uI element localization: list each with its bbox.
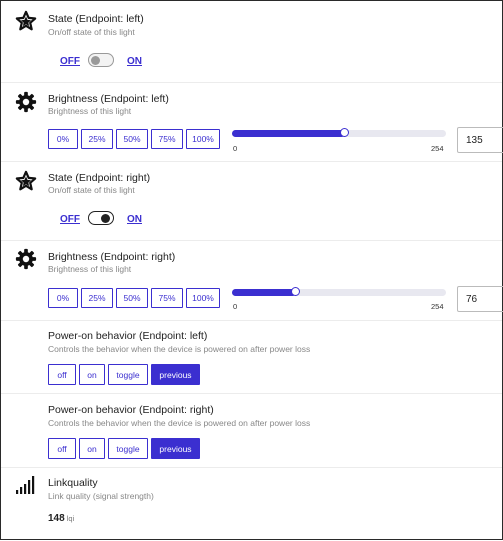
feature-title: Power-on behavior (Endpoint: right) <box>48 404 214 416</box>
brightness-slider[interactable] <box>232 287 446 296</box>
feature-state-right: State (Endpoint: right) On/off state of … <box>1 161 502 241</box>
off-label[interactable]: OFF <box>60 214 80 225</box>
feature-title: State (Endpoint: left) <box>48 13 144 25</box>
on-label[interactable]: ON <box>127 214 142 225</box>
star-icon <box>15 170 37 191</box>
power-on-options: off on toggle previous <box>48 364 200 385</box>
switch-knob <box>101 213 110 223</box>
feature-description: Link quality (signal strength) <box>48 491 154 501</box>
feature-description: Controls the behavior when the device is… <box>48 418 311 428</box>
feature-description: Controls the behavior when the device is… <box>48 344 311 354</box>
sun-icon <box>15 248 37 270</box>
option-toggle-button[interactable]: toggle <box>108 438 148 459</box>
preset-button-25[interactable]: 25% <box>81 288 113 308</box>
feature-brightness-right: Brightness (Endpoint: right) Brightness … <box>1 240 503 321</box>
preset-button-75[interactable]: 75% <box>151 129 183 149</box>
slider-max-label: 254 <box>431 144 444 153</box>
preset-button-75[interactable]: 75% <box>151 288 183 308</box>
feature-power-on-left: Power-on behavior (Endpoint: left) Contr… <box>1 320 502 394</box>
off-label[interactable]: OFF <box>60 56 80 67</box>
feature-description: Brightness of this light <box>48 106 132 116</box>
option-off-button[interactable]: off <box>48 438 76 459</box>
option-previous-button[interactable]: previous <box>151 364 200 385</box>
feature-description: Brightness of this light <box>48 264 132 274</box>
brightness-presets: 0% 25% 50% 75% 100% <box>48 129 220 149</box>
signal-bars-icon <box>16 476 35 494</box>
linkquality-unit: lqi <box>66 514 75 523</box>
sun-icon <box>15 91 37 113</box>
slider-fill <box>232 289 296 296</box>
linkquality-value-row: 148 lqi <box>48 513 74 524</box>
feature-title: Power-on behavior (Endpoint: left) <box>48 330 208 342</box>
brightness-slider[interactable] <box>232 128 446 137</box>
preset-button-0[interactable]: 0% <box>48 288 78 308</box>
option-toggle-button[interactable]: toggle <box>108 364 148 385</box>
feature-title: Brightness (Endpoint: left) <box>48 93 169 105</box>
feature-title: State (Endpoint: right) <box>48 172 151 184</box>
slider-thumb[interactable] <box>291 287 300 296</box>
option-on-button[interactable]: on <box>79 364 105 385</box>
feature-linkquality: Linkquality Link quality (signal strengt… <box>1 467 502 541</box>
slider-thumb[interactable] <box>340 128 349 137</box>
slider-fill <box>232 130 345 137</box>
feature-title: Brightness (Endpoint: right) <box>48 251 176 263</box>
switch-knob <box>91 55 100 65</box>
brightness-number-input[interactable]: 135 <box>457 127 503 153</box>
slider-min-label: 0 <box>233 302 238 311</box>
star-icon <box>15 10 37 31</box>
preset-button-25[interactable]: 25% <box>81 129 113 149</box>
brightness-number-input[interactable]: 76 <box>457 286 503 312</box>
preset-button-100[interactable]: 100% <box>186 129 220 149</box>
state-toggle-switch[interactable] <box>88 53 114 67</box>
preset-button-0[interactable]: 0% <box>48 129 78 149</box>
feature-description: On/off state of this light <box>48 185 135 195</box>
preset-button-100[interactable]: 100% <box>186 288 220 308</box>
power-on-options: off on toggle previous <box>48 438 200 459</box>
preset-button-50[interactable]: 50% <box>116 129 148 149</box>
on-label[interactable]: ON <box>127 56 142 67</box>
slider-max-label: 254 <box>431 302 444 311</box>
brightness-presets: 0% 25% 50% 75% 100% <box>48 288 220 308</box>
state-toggle-switch[interactable] <box>88 211 114 225</box>
option-previous-button[interactable]: previous <box>151 438 200 459</box>
preset-button-50[interactable]: 50% <box>116 288 148 308</box>
feature-title: Linkquality <box>48 477 98 489</box>
feature-power-on-right: Power-on behavior (Endpoint: right) Cont… <box>1 393 502 468</box>
option-on-button[interactable]: on <box>79 438 105 459</box>
slider-min-label: 0 <box>233 144 238 153</box>
linkquality-value: 148 <box>48 513 65 524</box>
feature-brightness-left: Brightness (Endpoint: left) Brightness o… <box>1 82 503 162</box>
feature-description: On/off state of this light <box>48 27 135 37</box>
feature-state-left: State (Endpoint: left) On/off state of t… <box>1 1 502 83</box>
option-off-button[interactable]: off <box>48 364 76 385</box>
